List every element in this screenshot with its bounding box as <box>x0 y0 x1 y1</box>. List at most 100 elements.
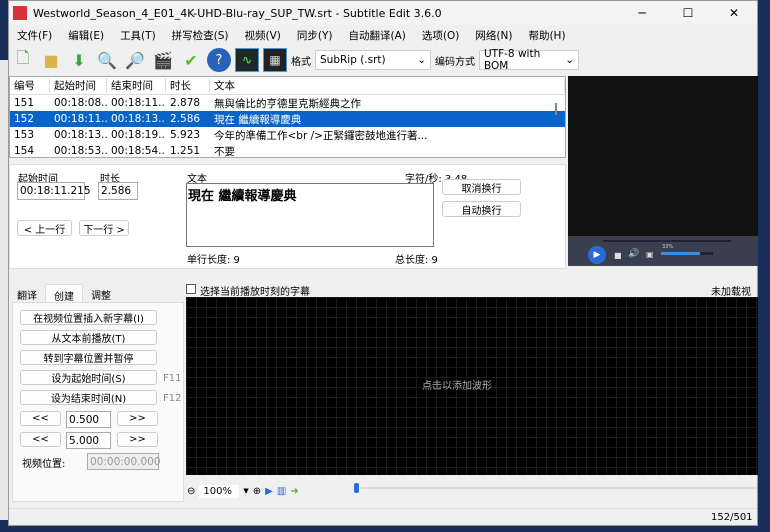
status-position: 152/501 <box>711 512 753 523</box>
table-cell: 不要 <box>214 145 235 158</box>
window-title: Westworld_Season_4_E01_4K-UHD-Blu-ray_SU… <box>33 6 442 20</box>
video-player: ▶ ■ 🔊 ▣ 33% <box>568 76 758 266</box>
list-scrollbar[interactable] <box>555 103 557 115</box>
step-input-1[interactable]: 0.500 <box>66 411 111 428</box>
new-file-icon[interactable]: 🗋 <box>11 48 35 72</box>
header-text[interactable]: 文本 <box>210 78 565 93</box>
fullscreen-icon[interactable]: ▣ <box>646 250 654 259</box>
zoom-select[interactable]: 100% <box>199 484 240 498</box>
format-select[interactable]: SubRip (.srt) ⌄ <box>315 50 431 70</box>
divider <box>9 508 757 509</box>
spellcheck-icon[interactable]: ✔ <box>179 48 203 72</box>
menu-help[interactable]: 帮助(H) <box>520 26 573 44</box>
table-cell: 00:18:19.... <box>111 129 166 141</box>
header-start[interactable]: 起始时间 <box>50 78 107 93</box>
previous-line-button[interactable]: < 上一行 <box>17 220 72 236</box>
step-back-button-2[interactable]: << <box>20 432 61 447</box>
table-cell: 00:18:13.... <box>54 129 107 141</box>
video-controls: ▶ ■ 🔊 ▣ 33% <box>568 236 758 266</box>
minimize-button[interactable]: ─ <box>619 1 665 25</box>
menu-autotranslate[interactable]: 自动翻译(A) <box>341 26 414 44</box>
duration-value: 2.586 <box>101 185 132 197</box>
video-toggle-icon[interactable]: ▦ <box>263 48 287 72</box>
header-number[interactable]: 编号 <box>10 78 50 93</box>
header-duration[interactable]: 时长 <box>166 78 210 93</box>
set-start-button[interactable]: 设为起始时间(S) <box>20 370 157 385</box>
step-forward-button-2[interactable]: >> <box>117 432 158 447</box>
tab-translate[interactable]: 翻译 <box>9 284 45 302</box>
volume-icon[interactable]: 🔊 <box>628 249 639 259</box>
menu-network[interactable]: 网络(N) <box>467 26 520 44</box>
menu-video[interactable]: 视频(V) <box>237 26 289 44</box>
waveform-area[interactable]: 点击以添加波形 <box>186 297 758 475</box>
start-time-input[interactable]: 00:18:11.215 <box>17 182 91 200</box>
waveform-position-slider[interactable] <box>354 483 359 493</box>
video-position-input[interactable]: 00:00:00.000 <box>87 453 161 470</box>
create-panel: 在视频位置插入新字幕(I) 从文本前播放(T) 转到字幕位置并暂停 设为起始时间… <box>12 302 184 502</box>
video-position-label: 视频位置: <box>22 459 66 470</box>
shortcut-f11: F11 <box>163 373 182 384</box>
volume-slider[interactable] <box>661 252 713 255</box>
find-icon[interactable]: 🔍 <box>95 48 119 72</box>
step-value-2: 5.000 <box>69 434 100 447</box>
toolbar: 🗋 ■ ⬇ 🔍 🔎 🎬 ✔ ? ∿ ▦ 格式 SubRip (.srt) ⌄ 编码… <box>9 46 757 74</box>
step-input-2[interactable]: 5.000 <box>66 432 111 449</box>
seek-bar[interactable] <box>603 240 731 242</box>
menu-file[interactable]: 文件(F) <box>9 26 60 44</box>
table-cell: 2.878 <box>170 97 201 109</box>
stop-icon[interactable]: ■ <box>614 251 622 260</box>
table-row[interactable]: 153 00:18:13.... 00:18:19.... 5.923 今年的準備工作<… <box>10 127 565 143</box>
waveform-position-track[interactable] <box>361 487 757 489</box>
zoom-out-icon[interactable]: ⊖ <box>187 486 195 497</box>
save-icon[interactable]: ⬇ <box>67 48 91 72</box>
table-row[interactable]: 151 00:18:08.... 00:18:11.... 2.878 無與倫比的亨德里… <box>10 95 565 111</box>
step-back-button-1[interactable]: << <box>20 411 61 426</box>
insert-at-video-button[interactable]: 在视频位置插入新字幕(I) <box>20 310 157 325</box>
tab-adjust[interactable]: 调整 <box>83 284 119 302</box>
help-icon[interactable]: ? <box>207 48 231 72</box>
play-before-text-button[interactable]: 从文本前播放(T) <box>20 330 157 345</box>
title-bar: Westworld_Season_4_E01_4K-UHD-Blu-ray_SU… <box>9 1 757 25</box>
table-row[interactable]: 154 00:18:53.... 00:18:54.... 1.251 不要 <box>10 143 565 159</box>
subtitle-list[interactable]: 编号 起始时间 结束时间 时长 文本 151 00:18:08.... 00:18:… <box>9 76 566 158</box>
play-icon[interactable]: ▶ <box>588 246 606 264</box>
table-cell: 154 <box>14 145 35 157</box>
table-cell: 無與倫比的亨德里克斯經典之作 <box>214 97 361 110</box>
maximize-button[interactable]: ☐ <box>665 1 711 25</box>
table-cell: 151 <box>14 97 35 109</box>
waveform-toggle-icon[interactable]: ∿ <box>235 48 259 72</box>
goto-and-pause-button[interactable]: 转到字幕位置并暂停 <box>20 350 157 365</box>
encoding-select[interactable]: UTF-8 with BOM ⌄ <box>479 48 579 72</box>
header-end[interactable]: 结束时间 <box>107 78 166 93</box>
subtitle-text-area[interactable]: 現在 繼續報導慶典 <box>186 183 434 247</box>
auto-break-button[interactable]: 自动换行 <box>442 201 521 217</box>
open-folder-icon[interactable]: ■ <box>39 48 63 72</box>
chevron-down-icon: ⌄ <box>565 54 574 66</box>
menu-spellcheck[interactable]: 拼写检查(S) <box>164 26 237 44</box>
menu-edit[interactable]: 编辑(E) <box>60 26 112 44</box>
table-row[interactable]: 152 00:18:11.... 00:18:13.... 2.586 現在 繼續報導慶… <box>10 111 565 127</box>
set-end-button[interactable]: 设为结束时间(N) <box>20 390 157 405</box>
unbreak-button[interactable]: 取消换行 <box>442 179 521 195</box>
replace-icon[interactable]: 🔎 <box>123 48 147 72</box>
forward-arrows-icon[interactable]: ➜ <box>290 486 298 497</box>
columns-icon[interactable]: ▥ <box>277 486 286 497</box>
table-cell: 153 <box>14 129 35 141</box>
waveform-placeholder: 点击以添加波形 <box>422 381 492 392</box>
menu-tools[interactable]: 工具(T) <box>112 26 164 44</box>
zoom-in-icon[interactable]: ⊕ <box>253 486 261 497</box>
start-time-value: 00:18:11.215 <box>20 185 91 197</box>
table-cell: 2.586 <box>170 113 201 125</box>
visual-sync-icon[interactable]: 🎬 <box>151 48 175 72</box>
play-icon[interactable]: ▶ <box>265 486 273 497</box>
step-value-1: 0.500 <box>69 413 100 426</box>
menu-sync[interactable]: 同步(Y) <box>289 26 341 44</box>
next-line-button[interactable]: 下一行 > <box>79 220 129 236</box>
close-button[interactable]: ✕ <box>711 1 757 25</box>
step-forward-button-1[interactable]: >> <box>117 411 158 426</box>
table-cell: 00:18:54.... <box>111 145 166 157</box>
duration-input[interactable]: 2.586 <box>98 182 138 200</box>
tab-create[interactable]: 创建 <box>45 284 83 303</box>
menu-options[interactable]: 选项(O) <box>414 26 467 44</box>
follow-playback-checkbox[interactable] <box>186 284 196 294</box>
